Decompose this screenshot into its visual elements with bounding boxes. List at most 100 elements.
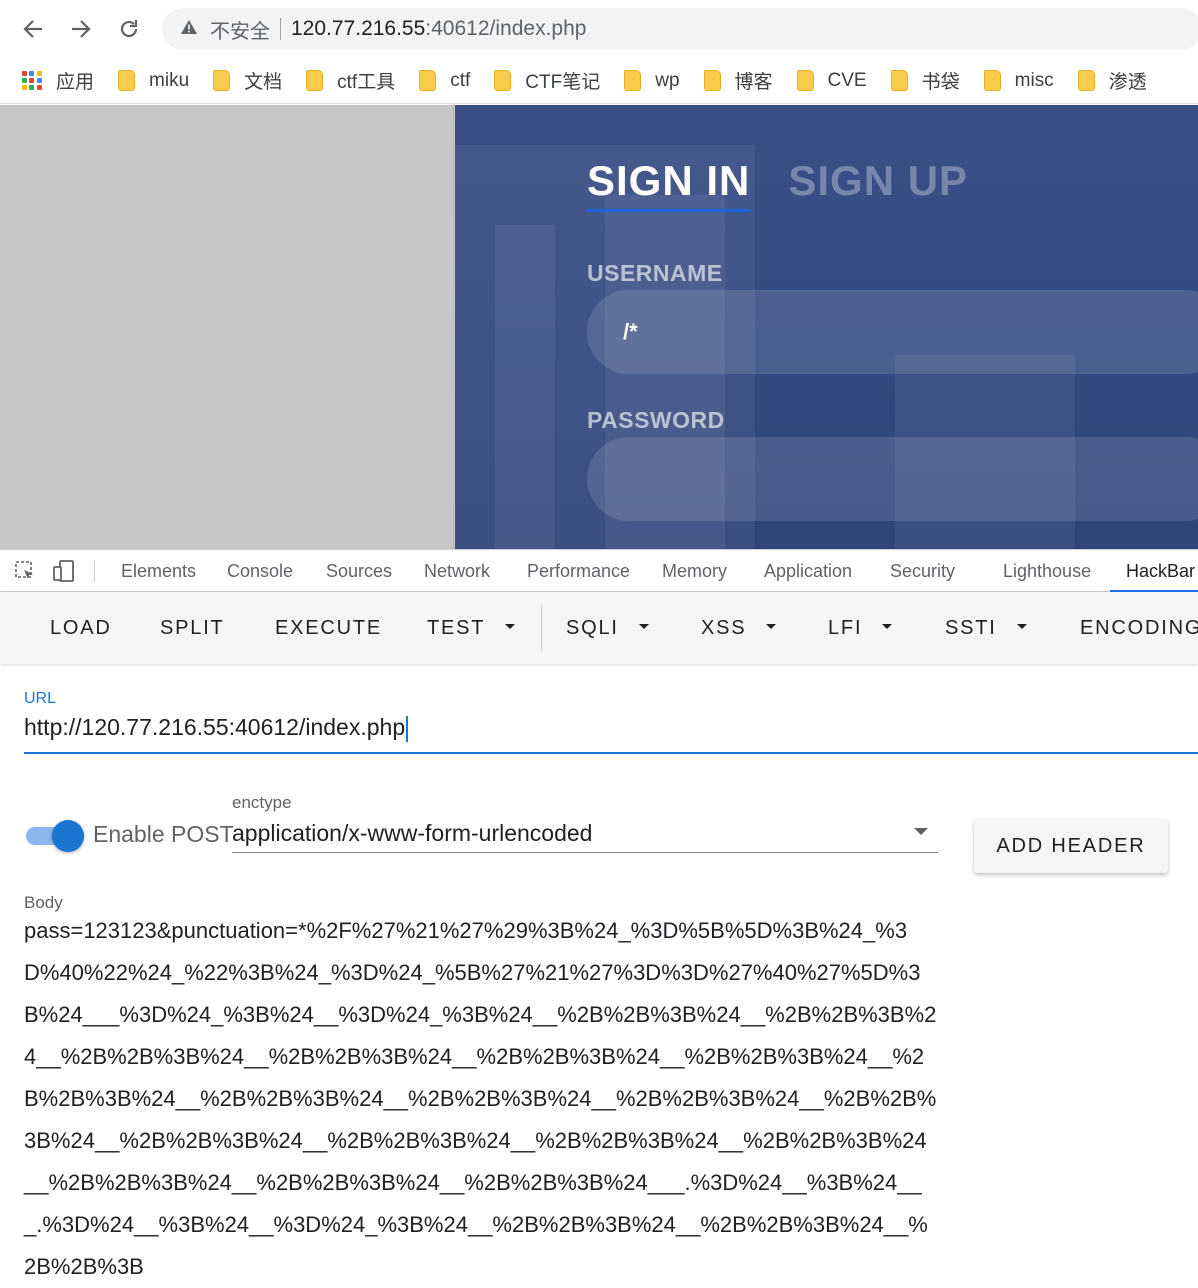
dropdown-caret-icon [638, 624, 649, 630]
tab-security[interactable]: Security [890, 550, 955, 592]
tab-elements[interactable]: Elements [121, 550, 196, 592]
toolbar-divider [541, 604, 542, 652]
password-label: PASSWORD [587, 407, 725, 433]
split-label: SPLIT [160, 617, 225, 639]
bookmark-folder[interactable]: 书袋 [890, 67, 960, 94]
tab-lighthouse[interactable]: Lighthouse [1003, 550, 1091, 592]
bookmark-folder[interactable]: CVE [796, 69, 867, 92]
xss-button[interactable]: XSS [701, 592, 777, 664]
page-blank-area [0, 105, 454, 549]
bookmark-folder[interactable]: miku [118, 70, 189, 92]
ssti-label: SSTI [945, 617, 997, 639]
apps-grid-icon [22, 70, 42, 91]
enctype-select[interactable]: application/x-www-form-urlencoded [232, 817, 938, 853]
encoding-button[interactable]: ENCODING [1080, 592, 1198, 664]
toggle-thumb [52, 820, 84, 852]
address-path: :40612/index.php [425, 17, 587, 40]
sqli-label: SQLI [566, 617, 619, 639]
folder-icon [118, 70, 136, 91]
reload-icon[interactable] [112, 12, 146, 46]
ssti-button[interactable]: SSTI [945, 592, 1027, 664]
encoding-label: ENCODING [1080, 617, 1198, 639]
tab-hackbar[interactable]: HackBar [1110, 550, 1198, 592]
enctype-value: application/x-www-form-urlencoded [232, 820, 593, 846]
tab-memory[interactable]: Memory [662, 550, 727, 592]
tab-sources[interactable]: Sources [326, 550, 392, 592]
bookmark-label: ctf [450, 69, 471, 91]
bookmark-label: 应用 [56, 72, 95, 93]
bookmark-label: wp [655, 69, 680, 91]
add-header-button[interactable]: ADD HEADER [974, 819, 1168, 873]
address-host: 120.77.216.55 [291, 17, 426, 40]
tab-network[interactable]: Network [424, 550, 490, 592]
tab-performance[interactable]: Performance [527, 550, 630, 592]
enctype-label: enctype [232, 793, 292, 812]
url-value: http://120.77.216.55:40612/index.php [24, 714, 406, 740]
address-separator [280, 18, 281, 40]
dropdown-caret-icon [766, 624, 777, 630]
test-button[interactable]: TEST [427, 592, 516, 664]
inspect-element-icon[interactable] [14, 560, 36, 588]
sqli-button[interactable]: SQLI [566, 592, 649, 664]
lfi-button[interactable]: LFI [828, 592, 893, 664]
text-cursor [406, 715, 409, 742]
bookmark-label: 文档 [244, 72, 283, 93]
bookmark-label: miku [149, 69, 190, 91]
back-arrow-icon[interactable] [16, 12, 50, 46]
background-building [495, 225, 555, 549]
username-label: USERNAME [587, 260, 723, 286]
folder-icon [1077, 70, 1095, 91]
execute-label: EXECUTE [275, 617, 383, 639]
device-toolbar-icon[interactable] [52, 560, 76, 588]
enable-post-toggle[interactable] [26, 818, 84, 854]
forward-arrow-icon[interactable] [64, 12, 98, 46]
auth-tabs: SIGN IN SIGN UP [587, 157, 968, 212]
address-bar[interactable]: 不安全 120.77.216.55:40612/index.php [162, 8, 1198, 50]
lfi-label: LFI [828, 617, 863, 639]
username-field[interactable]: /* [587, 290, 1198, 374]
bookmark-folder[interactable]: 文档 [213, 67, 282, 94]
tab-sign-up[interactable]: SIGN UP [788, 157, 968, 205]
hackbar-toolbar: LOAD SPLIT EXECUTE TEST SQLI XSS LFI SST… [0, 592, 1198, 664]
password-field[interactable] [587, 437, 1198, 521]
folder-icon [306, 70, 324, 91]
tab-sign-in[interactable]: SIGN IN [587, 157, 751, 212]
insecure-label[interactable]: 不安全 [210, 15, 270, 44]
split-button[interactable]: SPLIT [160, 592, 225, 664]
address-url[interactable]: 120.77.216.55:40612/index.php [291, 17, 586, 41]
body-textarea[interactable]: pass=123123&punctuation=*%2F%27%21%27%29… [24, 910, 938, 1288]
folder-icon [890, 70, 908, 91]
xss-label: XSS [701, 617, 747, 639]
bookmark-folder[interactable]: wp [624, 69, 680, 92]
bookmark-label: CVE [827, 69, 867, 91]
tab-console[interactable]: Console [227, 550, 293, 592]
folder-icon [983, 70, 1001, 91]
tab-application[interactable]: Application [764, 550, 852, 592]
bookmark-folder[interactable]: ctf [419, 70, 470, 92]
execute-button[interactable]: EXECUTE [275, 592, 382, 664]
bookmark-folder[interactable]: ctf工具 [306, 67, 395, 94]
url-input[interactable]: http://120.77.216.55:40612/index.php [24, 712, 1198, 754]
enable-post-label: Enable POST [93, 821, 234, 847]
bookmark-folder[interactable]: CTF笔记 [494, 67, 600, 94]
bookmark-label: 书袋 [921, 72, 960, 93]
browser-toolbar: 不安全 120.77.216.55:40612/index.php [0, 0, 1198, 58]
bookmark-label: ctf工具 [337, 72, 396, 93]
test-label: TEST [427, 617, 486, 639]
dropdown-caret-icon [505, 624, 516, 630]
bookmark-folder[interactable]: 博客 [703, 67, 773, 94]
load-button[interactable]: LOAD [50, 592, 112, 664]
bookmark-label: CTF笔记 [525, 72, 601, 93]
bookmark-label: 渗透 [1108, 72, 1147, 93]
devtools-divider [94, 560, 95, 582]
dropdown-caret-icon [1016, 624, 1027, 630]
warning-icon[interactable] [180, 19, 198, 39]
folder-icon [419, 70, 437, 91]
bookmark-label: 博客 [734, 72, 773, 93]
bookmark-folder[interactable]: 渗透 [1077, 67, 1147, 94]
login-panel: SIGN IN SIGN UP USERNAME /* PASSWORD [455, 105, 1198, 549]
bookmark-apps[interactable]: 应用 [22, 67, 94, 94]
bookmark-folder[interactable]: misc [983, 70, 1054, 92]
bookmarks-bar: 应用 miku 文档 ctf工具 ctf CTF笔记 wp 博客 CVE 书袋 … [0, 58, 1198, 104]
folder-icon [213, 70, 231, 91]
